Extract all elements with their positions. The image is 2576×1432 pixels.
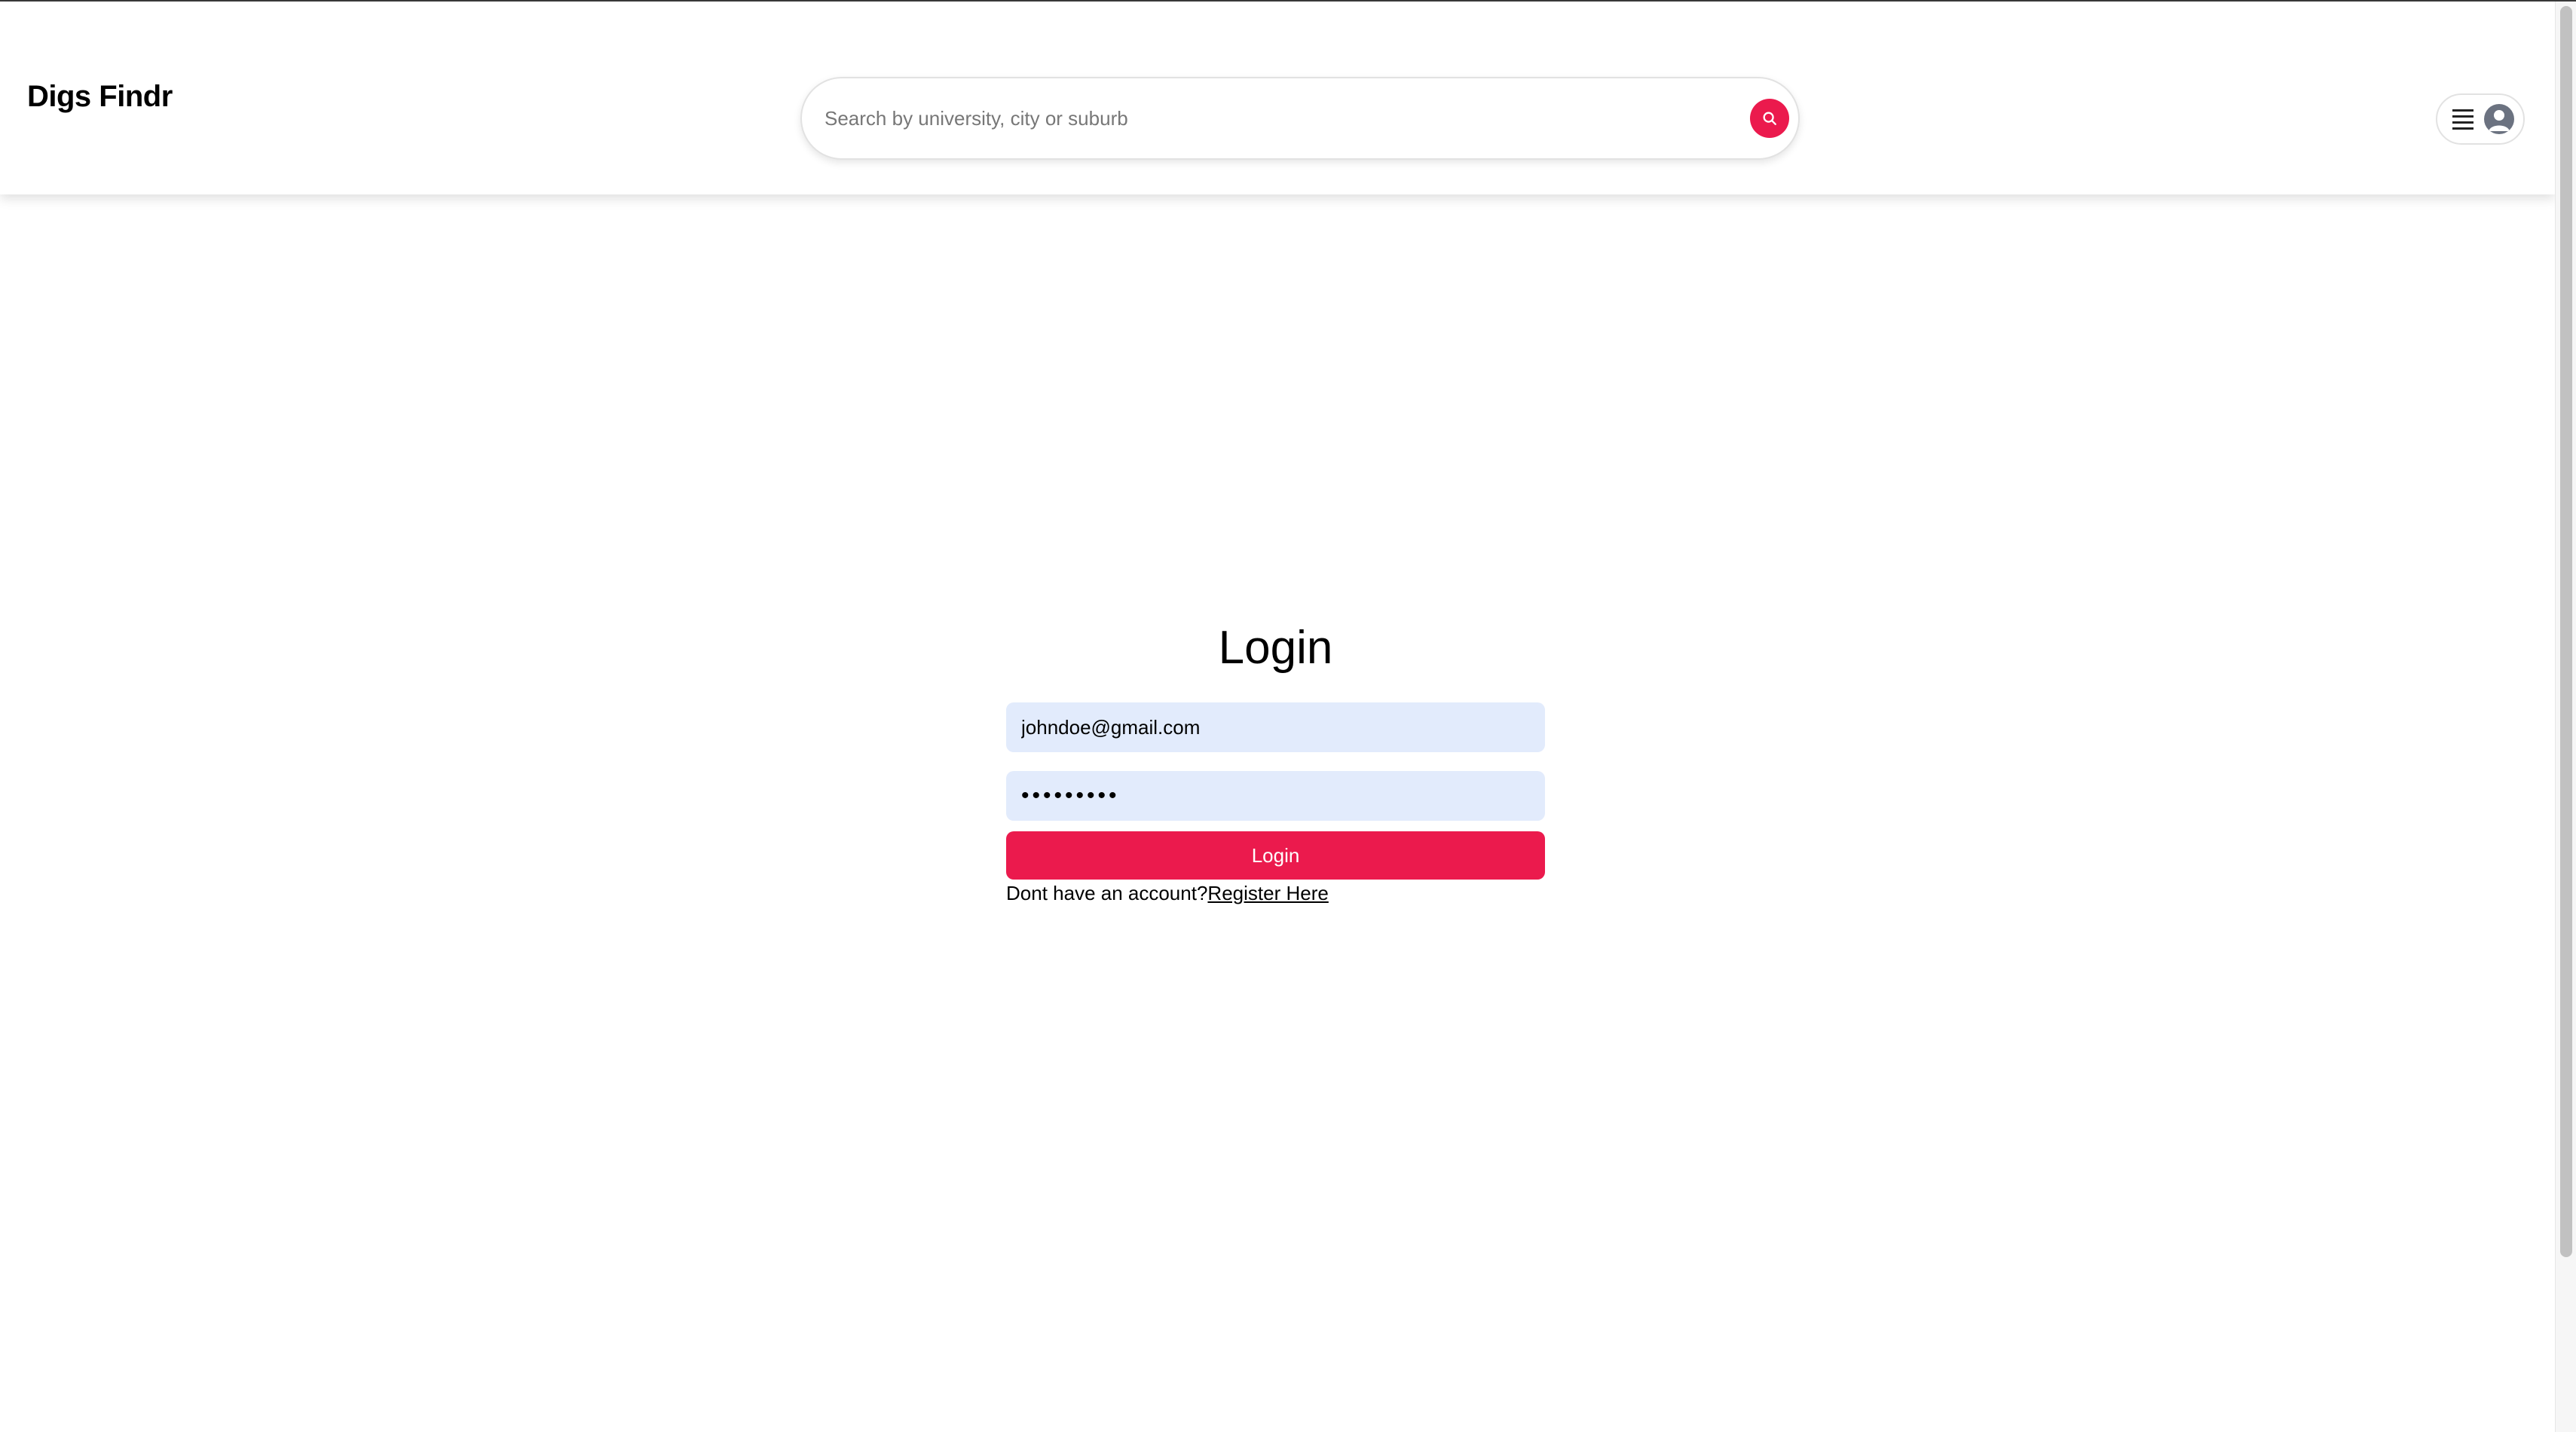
search-input[interactable]	[825, 106, 1750, 130]
user-menu-button[interactable]	[2436, 93, 2525, 145]
vertical-scrollbar[interactable]	[2555, 2, 2576, 1432]
top-navbar: Digs Findr	[0, 2, 2555, 194]
user-avatar-icon	[2484, 104, 2514, 134]
page: Digs Findr Login	[0, 0, 2576, 1432]
register-link[interactable]: Register Here	[1207, 882, 1328, 904]
register-prompt-text: Dont have an account?	[1006, 882, 1208, 904]
login-button[interactable]: Login	[1006, 831, 1545, 880]
search-button[interactable]	[1750, 99, 1789, 138]
search-icon	[1763, 112, 1776, 125]
scrollbar-thumb[interactable]	[2560, 6, 2572, 1257]
email-field[interactable]	[1006, 702, 1545, 752]
site-logo[interactable]: Digs Findr	[27, 80, 173, 114]
search-bar[interactable]	[800, 77, 1800, 160]
login-title: Login	[1218, 622, 1333, 674]
register-prompt-row: Dont have an account?Register Here	[1006, 882, 1329, 905]
hamburger-icon	[2452, 109, 2474, 130]
password-field[interactable]	[1006, 771, 1545, 821]
